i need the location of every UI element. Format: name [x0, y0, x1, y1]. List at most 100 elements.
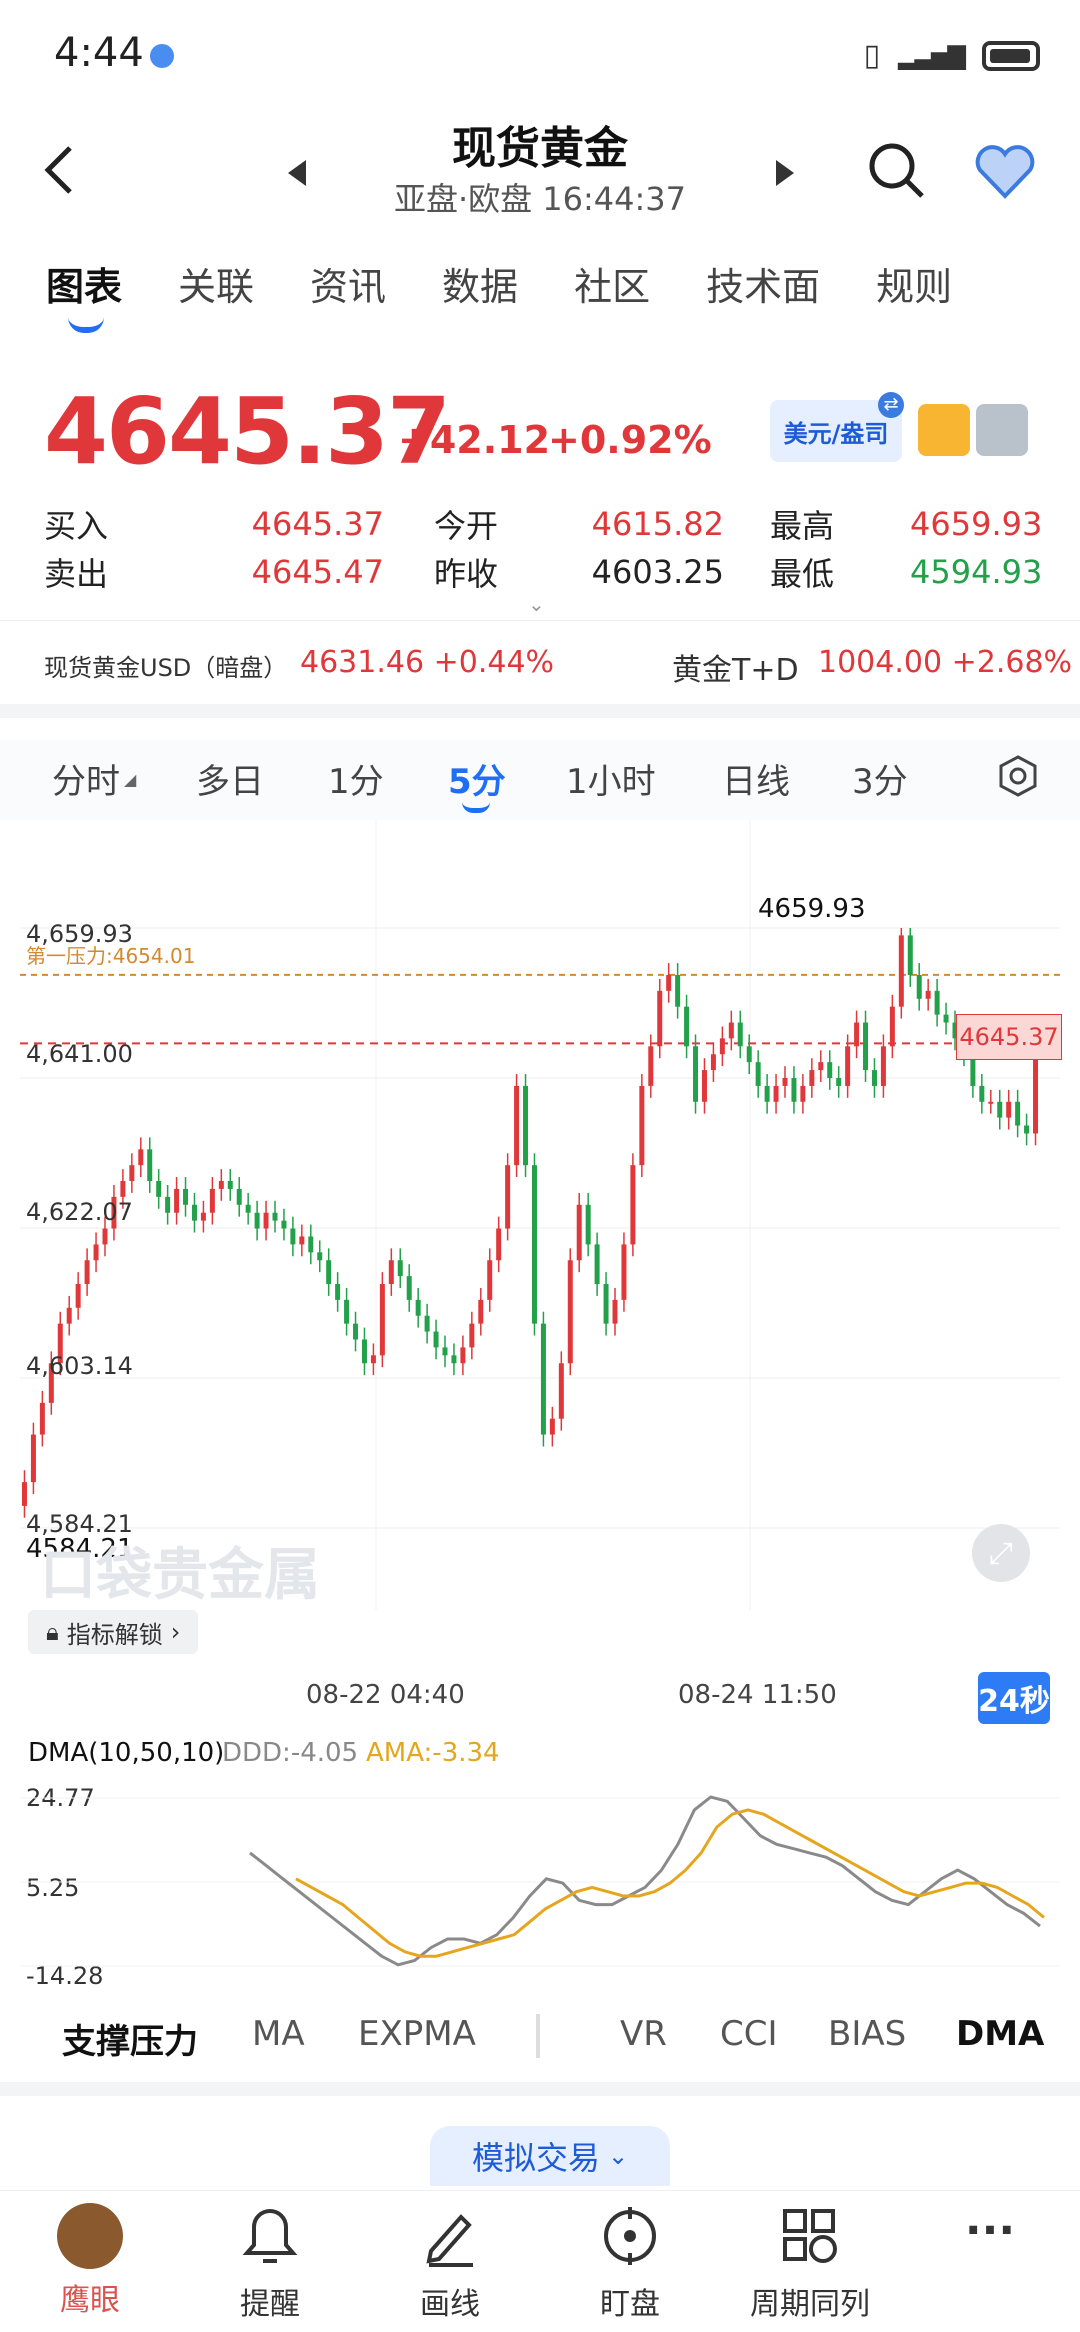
- dma-chart: [20, 1795, 1060, 1967]
- ind-vr[interactable]: VR: [620, 2014, 667, 2054]
- candle-body: [156, 1181, 162, 1197]
- candle-body: [344, 1299, 350, 1324]
- label-open: 今开: [434, 507, 499, 545]
- nav-watch[interactable]: 盯盘: [560, 2203, 700, 2323]
- next-arrow-icon[interactable]: [772, 158, 796, 192]
- indicator-unlock-button[interactable]: 🔒︎ 指标解锁 ›: [28, 1610, 199, 1654]
- settings-hex-icon[interactable]: [996, 754, 1040, 802]
- candle-body: [451, 1355, 457, 1364]
- candle-body: [191, 1204, 197, 1221]
- candle-body: [370, 1355, 376, 1364]
- ind-expma[interactable]: EXPMA: [358, 2014, 476, 2054]
- ind-support-resistance[interactable]: 支撑压力: [62, 2014, 198, 2063]
- period-daily[interactable]: 日线: [722, 754, 790, 803]
- unlock-label: 指标解锁: [66, 1620, 163, 1649]
- nav-period-compare[interactable]: 周期同列: [740, 2203, 880, 2323]
- nav-more[interactable]: ···: [920, 2203, 1060, 2269]
- candle-body: [21, 1482, 27, 1506]
- label-bid: 买入: [44, 507, 109, 545]
- tab-data[interactable]: 数据: [442, 256, 518, 311]
- refresh-icon[interactable]: [918, 404, 970, 456]
- candle-body: [272, 1212, 278, 1221]
- candle-body: [701, 1070, 707, 1102]
- candle-body: [317, 1252, 323, 1261]
- candle-body: [299, 1236, 305, 1245]
- main-tabs: 图表 关联 资讯 数据 社区 技术面 规则: [46, 256, 1008, 333]
- tab-news[interactable]: 资讯: [310, 256, 386, 311]
- candle-body: [558, 1363, 564, 1419]
- simulated-trade-button[interactable]: 模拟交易 ⌄: [430, 2126, 670, 2186]
- period-1min[interactable]: 1分: [328, 754, 384, 803]
- y-tick-4: 4,603.14: [26, 1352, 133, 1380]
- current-price-tag: 4645.37: [956, 1014, 1062, 1060]
- tab-related[interactable]: 关联: [178, 256, 254, 311]
- nav-reminder[interactable]: 提醒: [200, 2203, 340, 2323]
- settings-badge-icon[interactable]: [976, 404, 1028, 456]
- tab-technical[interactable]: 技术面: [706, 256, 820, 311]
- candle-body: [326, 1260, 332, 1285]
- price-change-pct: +0.92%: [548, 418, 712, 462]
- vibrate-icon: ▯: [863, 38, 881, 73]
- sim-label: 模拟交易: [471, 2139, 600, 2177]
- candle-body: [791, 1078, 797, 1102]
- candle-body: [442, 1347, 448, 1356]
- expand-chevron-icon[interactable]: ⌄: [528, 592, 545, 616]
- period-1hour[interactable]: 1小时: [566, 754, 656, 803]
- period-multiday[interactable]: 多日: [196, 754, 264, 803]
- nav-eagle-eye[interactable]: 鹰眼: [20, 2203, 160, 2319]
- tab-chart[interactable]: 图表: [46, 256, 122, 333]
- period-intraday[interactable]: 分时: [52, 754, 120, 803]
- swap-icon[interactable]: ⇄: [878, 392, 904, 418]
- candle-body: [612, 1299, 618, 1324]
- candle-body: [245, 1204, 251, 1213]
- chevron-right-icon: ›: [170, 1618, 181, 1646]
- ind-cci[interactable]: CCI: [720, 2014, 778, 2054]
- candle-body: [693, 1046, 699, 1102]
- target-icon: [604, 2207, 656, 2265]
- candle-body: [120, 1181, 126, 1197]
- candle-body: [737, 1022, 743, 1047]
- candle-body: [433, 1331, 439, 1348]
- bell-icon: [242, 2208, 298, 2263]
- dma-ama: AMA:-3.34: [366, 1738, 500, 1768]
- candle-body: [818, 1062, 824, 1071]
- favorite-heart-icon[interactable]: [974, 144, 1036, 204]
- ind-dma[interactable]: DMA: [956, 2014, 1044, 2054]
- dark-market-value: 4631.46 +0.44%: [300, 645, 555, 680]
- signal-icon: ▂▃▅▇: [898, 41, 966, 70]
- candle-body: [353, 1323, 359, 1340]
- candle-body: [854, 1022, 860, 1047]
- dropdown-icon: ◢: [124, 770, 137, 789]
- x-tick-1: 08-22 04:40: [306, 1680, 465, 1710]
- dma-ddd: DDD:-4.05: [222, 1738, 359, 1768]
- candle-body: [406, 1276, 412, 1300]
- candle-body: [594, 1244, 600, 1285]
- candle-body: [460, 1347, 466, 1364]
- candle-body: [388, 1260, 394, 1285]
- candle-body: [728, 1022, 734, 1039]
- dma-title[interactable]: DMA(10,50,10): [28, 1738, 224, 1768]
- candle-body: [236, 1188, 242, 1205]
- search-icon[interactable]: [866, 140, 926, 204]
- tab-rules[interactable]: 规则: [876, 256, 952, 311]
- candle-body: [505, 1165, 511, 1229]
- period-5min[interactable]: 5分: [448, 754, 506, 803]
- tab-community[interactable]: 社区: [574, 256, 650, 311]
- candle-body: [200, 1212, 206, 1221]
- period-3min[interactable]: 3分: [852, 754, 908, 803]
- candle-body: [934, 990, 940, 1015]
- nav-label: 周期同列: [750, 2287, 870, 2322]
- td-value: 1004.00 +2.68%: [818, 645, 1073, 680]
- ind-ma[interactable]: MA: [252, 2014, 305, 2054]
- ind-bias[interactable]: BIAS: [828, 2014, 906, 2054]
- candle-body: [746, 1046, 752, 1063]
- label-low: 最低: [770, 555, 835, 593]
- fullscreen-icon[interactable]: ⤢: [972, 1524, 1030, 1582]
- candle-body: [514, 1085, 520, 1166]
- active-indicator: [462, 802, 490, 813]
- nav-draw-line[interactable]: 画线: [380, 2203, 520, 2323]
- td-label[interactable]: 黄金T+D: [672, 645, 799, 689]
- candle-body: [979, 1085, 985, 1102]
- nav-label: 盯盘: [600, 2287, 660, 2322]
- candle-body: [540, 1323, 546, 1435]
